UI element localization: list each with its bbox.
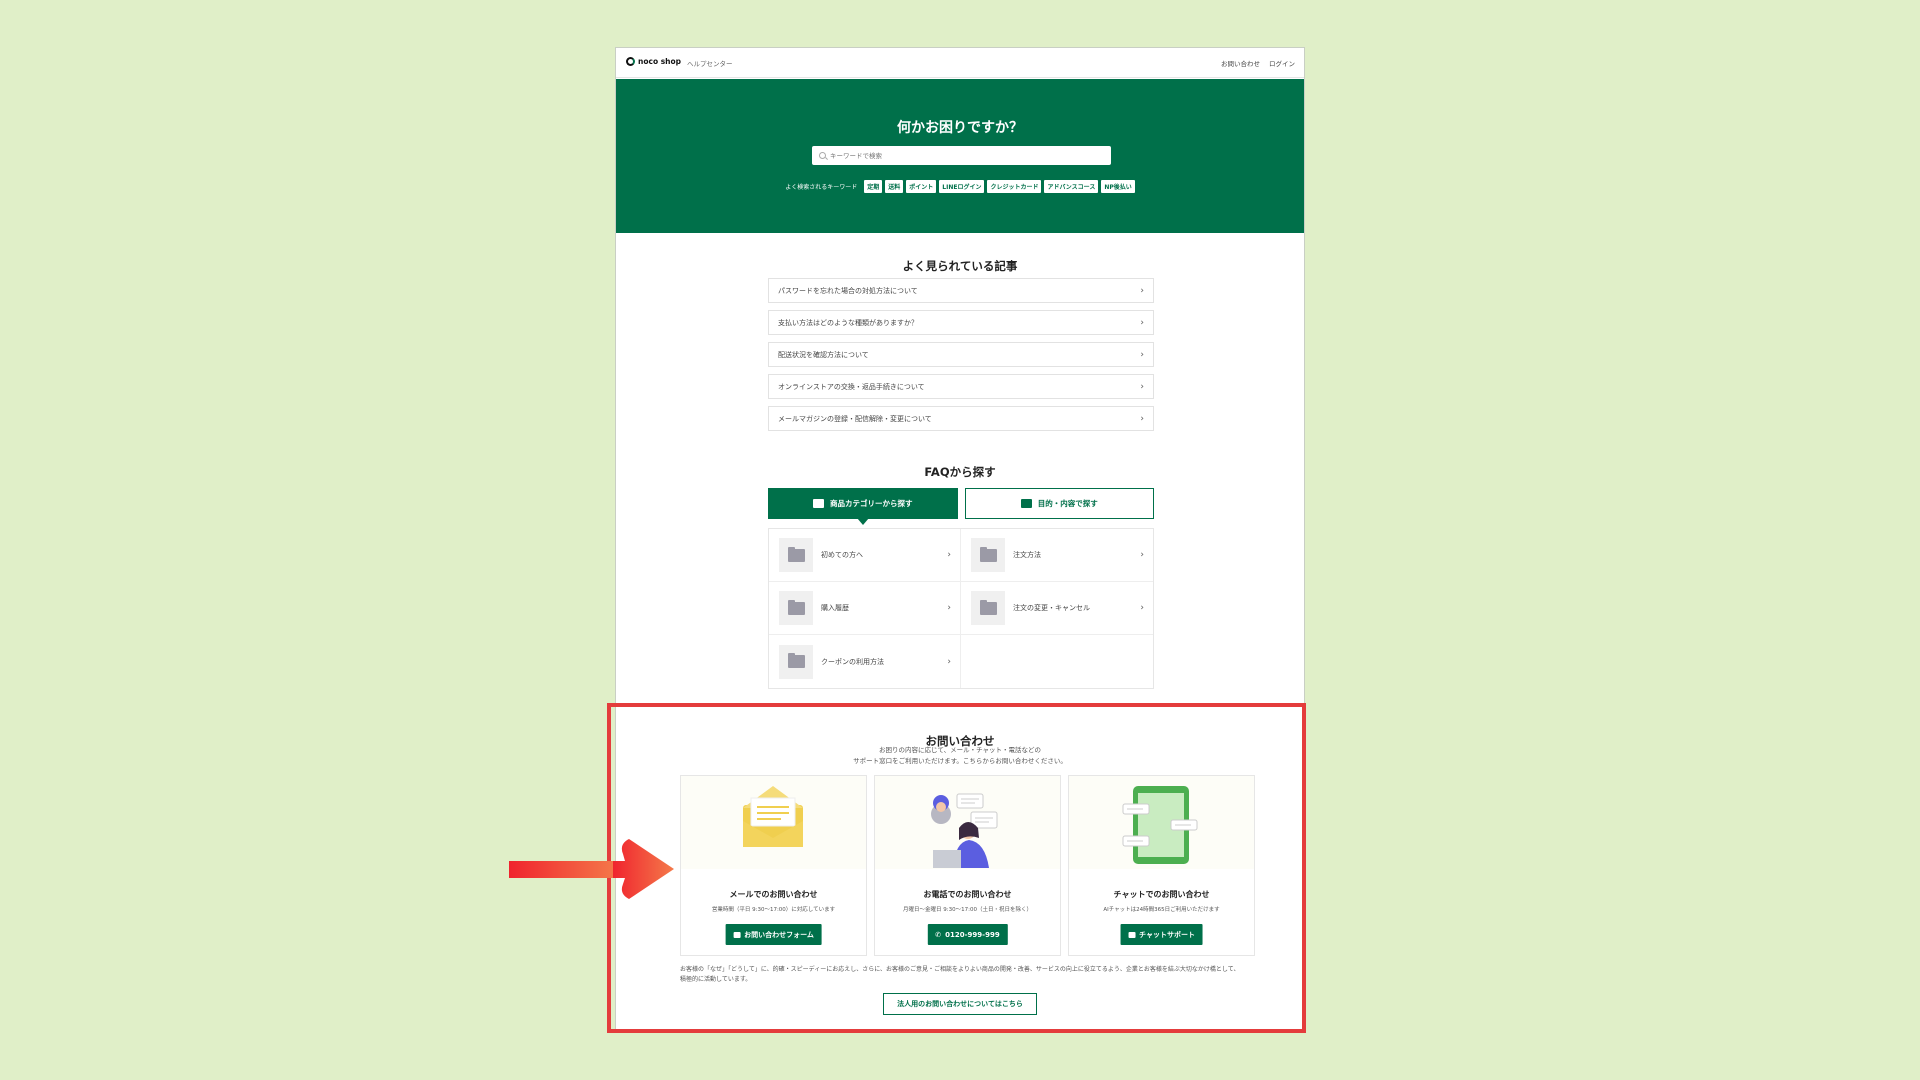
faq-section-title: FAQから探す	[924, 465, 996, 479]
category-label: 注文方法	[1013, 551, 1041, 559]
tab-label: 目的・内容で探す	[1037, 499, 1098, 508]
search-input[interactable]	[830, 151, 1090, 160]
tab-product-category[interactable]: 商品カテゴリーから探す	[768, 488, 958, 525]
help-center-label: ヘルプセンター	[687, 60, 733, 68]
popular-articles-title: よく見られている記事	[902, 259, 1018, 273]
documents-icon	[1020, 499, 1032, 508]
chevron-right-icon: ›	[1140, 603, 1144, 613]
faq-category-grid: 初めての方へ › 注文方法 › 購入履歴 › 注文の変更・キャンセル › クーポ…	[768, 528, 1154, 689]
category-label: 初めての方へ	[821, 551, 863, 559]
article-title: パスワードを忘れた場合の対処方法について	[778, 286, 918, 295]
article-title: 配送状況を確認方法について	[778, 350, 869, 359]
folder-icon	[971, 538, 1005, 572]
article-title: メールマガジンの登録・配信解除・変更について	[778, 414, 932, 423]
keyword-tag[interactable]: 定期	[864, 180, 883, 193]
chevron-right-icon: ›	[1140, 381, 1144, 392]
hero-title: 何かお困りですか？	[897, 120, 1023, 136]
article-title: 支払い方法はどのような種類がありますか？	[778, 318, 918, 327]
chevron-right-icon: ›	[1140, 349, 1144, 360]
faq-category-item[interactable]: 注文方法 ›	[961, 529, 1153, 582]
keyword-tag[interactable]: アドバンスコース	[1044, 180, 1099, 193]
header-contact-link[interactable]: お問い合わせ	[1221, 58, 1260, 68]
folder-icon	[779, 591, 813, 625]
faq-category-item[interactable]: 初めての方へ ›	[769, 529, 961, 582]
article-link[interactable]: 配送状況を確認方法について ›	[768, 342, 1154, 367]
chevron-right-icon: ›	[1140, 285, 1144, 296]
chevron-right-icon: ›	[1140, 550, 1144, 560]
highlight-frame	[607, 703, 1306, 1033]
documents-icon	[813, 499, 824, 508]
article-title: オンラインストアの交換・返品手続きについて	[778, 382, 925, 391]
tab-purpose[interactable]: 目的・内容で探す	[964, 488, 1154, 519]
faq-empty-cell	[961, 635, 1153, 688]
search-box[interactable]	[812, 146, 1111, 165]
chevron-right-icon: ›	[947, 603, 951, 613]
faq-tabs: 商品カテゴリーから探す 目的・内容で探す	[768, 488, 1154, 525]
folder-icon	[779, 644, 813, 679]
popular-keywords: よく検索されるキーワード 定期 送料 ポイント LINEログイン クレジットカー…	[616, 180, 1304, 193]
keyword-tag[interactable]: ポイント	[906, 180, 937, 193]
logo-icon	[626, 57, 635, 66]
header-links: お問い合わせ ログイン	[1221, 58, 1295, 68]
chevron-right-icon: ›	[947, 656, 951, 667]
keyword-tag[interactable]: クレジットカード	[987, 180, 1042, 193]
folder-icon	[779, 538, 813, 572]
chevron-right-icon: ›	[1140, 413, 1144, 424]
top-navigation-bar: noco shop ヘルプセンター お問い合わせ ログイン	[616, 48, 1304, 78]
article-link[interactable]: 支払い方法はどのような種類がありますか？ ›	[768, 310, 1154, 335]
keywords-label: よく検索されるキーワード	[785, 184, 858, 191]
category-label: 注文の変更・キャンセル	[1013, 604, 1090, 612]
chevron-right-icon: ›	[1140, 317, 1144, 328]
header-login-link[interactable]: ログイン	[1269, 58, 1295, 68]
article-link[interactable]: オンラインストアの交換・返品手続きについて ›	[768, 374, 1154, 399]
keyword-tag[interactable]: LINEログイン	[939, 180, 985, 193]
folder-icon	[971, 591, 1005, 625]
category-label: 購入履歴	[821, 604, 849, 612]
logo-text: noco shop	[638, 57, 682, 66]
tab-label: 商品カテゴリーから探す	[830, 499, 913, 508]
faq-category-item[interactable]: 購入履歴 ›	[769, 582, 961, 635]
faq-category-item[interactable]: クーポンの利用方法 ›	[769, 635, 961, 688]
site-logo[interactable]: noco shop	[626, 57, 681, 66]
article-link[interactable]: メールマガジンの登録・配信解除・変更について ›	[768, 406, 1154, 431]
keyword-tag[interactable]: 送料	[885, 180, 904, 193]
popular-articles-list: パスワードを忘れた場合の対処方法について › 支払い方法はどのような種類があります…	[768, 278, 1154, 438]
search-icon	[819, 152, 826, 159]
pointer-arrow-icon	[509, 839, 674, 899]
hero-search-section: 何かお困りですか？ よく検索されるキーワード 定期 送料 ポイント LINEログ…	[616, 79, 1304, 233]
chevron-right-icon: ›	[947, 550, 951, 560]
category-label: クーポンの利用方法	[821, 657, 884, 666]
keyword-tag[interactable]: NP後払い	[1101, 180, 1135, 193]
article-link[interactable]: パスワードを忘れた場合の対処方法について ›	[768, 278, 1154, 303]
faq-category-item[interactable]: 注文の変更・キャンセル ›	[961, 582, 1153, 635]
